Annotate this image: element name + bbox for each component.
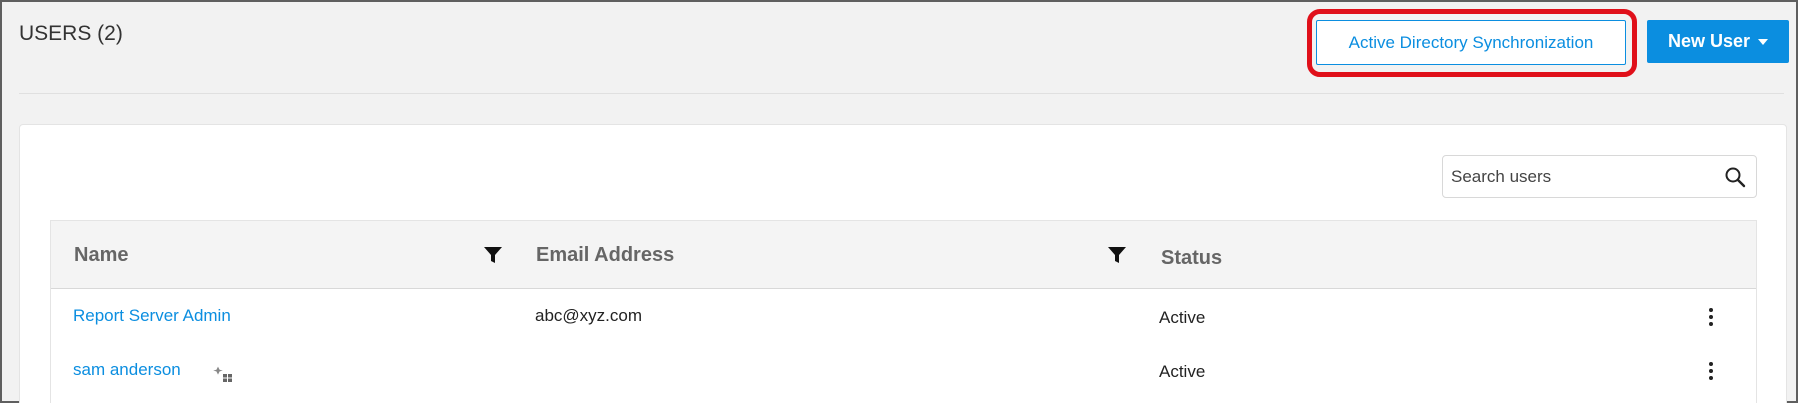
page-frame: USERS (2) Active Directory Synchronizati… bbox=[0, 0, 1798, 403]
email-filter-icon[interactable] bbox=[1107, 245, 1127, 265]
name-filter-icon[interactable] bbox=[483, 245, 503, 265]
user-name-link[interactable]: sam anderson bbox=[73, 360, 181, 380]
user-status: Active bbox=[1159, 308, 1206, 327]
column-header-status[interactable]: Status bbox=[1161, 247, 1222, 270]
row-actions-kebab-icon[interactable] bbox=[1706, 305, 1716, 329]
user-name-link[interactable]: Report Server Admin bbox=[73, 306, 231, 326]
search-icon[interactable] bbox=[1724, 166, 1746, 188]
ad-sync-user-icon bbox=[213, 366, 232, 382]
column-header-name[interactable]: Name bbox=[74, 244, 128, 267]
search-box bbox=[1442, 155, 1757, 198]
page-title: USERS (2) bbox=[19, 22, 123, 45]
header-divider bbox=[19, 93, 1784, 94]
new-user-button[interactable]: New User bbox=[1647, 20, 1789, 63]
user-status: Active bbox=[1159, 362, 1206, 381]
column-header-email[interactable]: Email Address bbox=[536, 244, 674, 267]
search-input[interactable] bbox=[1451, 156, 1721, 197]
caret-down-icon bbox=[1758, 38, 1769, 45]
table-header: Name Email Address Status bbox=[51, 221, 1756, 289]
ad-sync-button[interactable]: Active Directory Synchronization bbox=[1316, 20, 1626, 65]
ad-sync-button-label: Active Directory Synchronization bbox=[1348, 32, 1594, 52]
row-actions-kebab-icon[interactable] bbox=[1706, 359, 1716, 383]
new-user-button-label: New User bbox=[1667, 31, 1751, 51]
user-email: abc@xyz.com bbox=[535, 306, 643, 325]
users-table: Name Email Address Status Report Server … bbox=[50, 220, 1757, 403]
